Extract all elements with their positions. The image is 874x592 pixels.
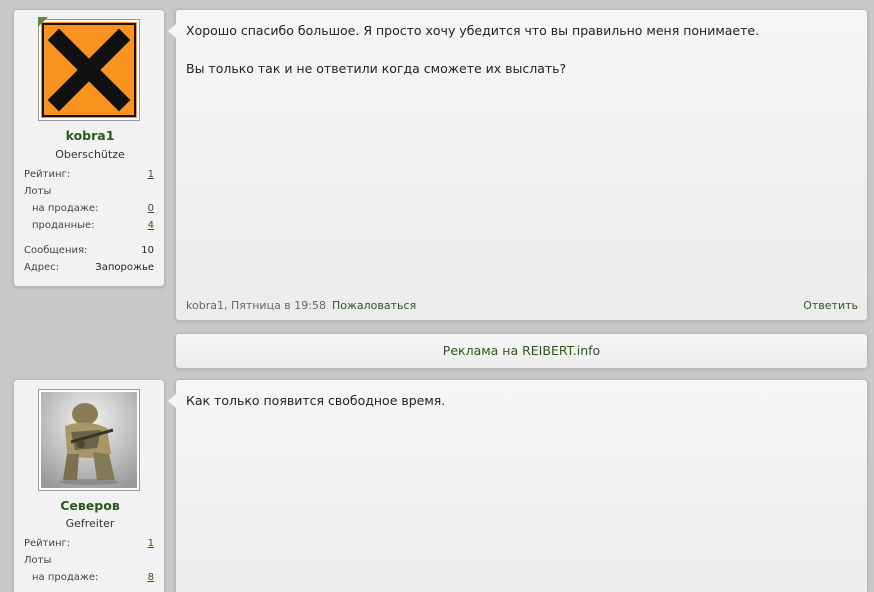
- ad-banner[interactable]: Реклама на REIBERT.info: [175, 333, 868, 369]
- hazard-x-icon: [42, 23, 136, 117]
- on-sale-label: на продаже:: [32, 203, 99, 214]
- speech-arrow: [168, 394, 176, 408]
- rating-label: Рейтинг:: [24, 169, 71, 180]
- username[interactable]: Северов: [14, 498, 166, 513]
- user-title: Gefreiter: [65, 517, 115, 530]
- sold-label: проданные:: [32, 220, 95, 231]
- avatar[interactable]: [38, 389, 140, 491]
- message-body: Хорошо спасибо большое. Я просто хочу уб…: [186, 21, 857, 97]
- user-panel: kobra1 Oberschütze Рейтинг: 1 Лоты на пр…: [13, 9, 165, 287]
- message-line: Вы только так и не ответили когда сможет…: [186, 61, 567, 76]
- on-sale-label: на продаже:: [32, 572, 99, 583]
- messages-label: Сообщения:: [24, 245, 88, 256]
- message-line: Хорошо спасибо большое. Я просто хочу уб…: [186, 23, 760, 38]
- post-author-time[interactable]: kobra1, Пятница в 19:58: [186, 299, 326, 312]
- rating-value[interactable]: 1: [148, 169, 154, 180]
- rating-value[interactable]: 1: [148, 538, 154, 549]
- post-message-panel: Как только появится свободное время.: [168, 379, 868, 592]
- username[interactable]: kobra1: [14, 128, 166, 143]
- user-panel: Северов Gefreiter Рейтинг: 1 Лоты на про…: [13, 379, 165, 592]
- address-value: Запорожье: [95, 262, 154, 273]
- reply-link[interactable]: Ответить: [803, 299, 858, 312]
- on-sale-value[interactable]: 8: [148, 572, 154, 583]
- post-meta: kobra1, Пятница в 19:58 Пожаловаться: [186, 299, 416, 312]
- address-label: Адрес:: [24, 262, 60, 273]
- avatar[interactable]: [38, 19, 140, 121]
- messages-value: 10: [141, 245, 154, 256]
- speech-arrow: [168, 24, 176, 38]
- lots-label: Лоты: [24, 186, 52, 197]
- lots-label: Лоты: [24, 555, 52, 566]
- ad-link[interactable]: Реклама на REIBERT.info: [443, 343, 600, 358]
- message-line: Как только появится свободное время.: [186, 393, 446, 408]
- user-title: Oberschütze: [55, 148, 125, 161]
- corner-mark-icon: [38, 17, 48, 27]
- on-sale-value[interactable]: 0: [148, 203, 154, 214]
- post-message-panel: Хорошо спасибо большое. Я просто хочу уб…: [168, 9, 868, 321]
- report-link[interactable]: Пожаловаться: [332, 299, 416, 312]
- sold-value[interactable]: 4: [148, 220, 154, 231]
- message-body: Как только появится свободное время.: [186, 391, 857, 429]
- rating-label: Рейтинг:: [24, 538, 71, 549]
- soldier-photo-icon: [59, 403, 119, 485]
